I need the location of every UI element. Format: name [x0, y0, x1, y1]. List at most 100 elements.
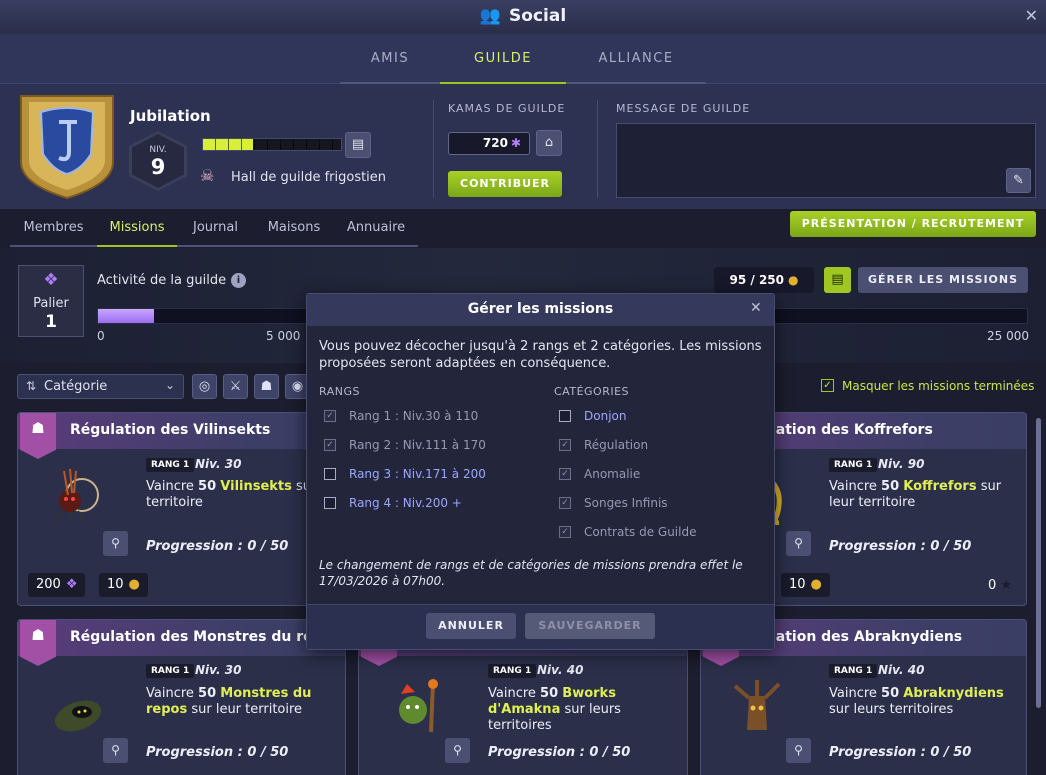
coin-icon: ●: [128, 577, 140, 592]
monster-bwork-icon: [399, 679, 438, 733]
mission-card[interactable]: ☗ Régulation des Monstres du repos RANG …: [17, 619, 346, 775]
monster-vilinsekt-icon: [55, 468, 99, 523]
subtab-missions[interactable]: Missions: [97, 211, 177, 247]
objective-rest: sur leurs territoires: [829, 702, 954, 717]
option-checkbox[interactable]: [324, 497, 336, 509]
mission-title: ulation des Koffrefors: [761, 422, 933, 438]
subtab-journal[interactable]: Journal: [177, 211, 254, 247]
objective-verb: Vaincre: [488, 686, 536, 701]
map-pin-icon[interactable]: ⚲: [445, 738, 470, 763]
option-label: Rang 2 : Niv.111 à 170: [349, 438, 486, 452]
manage-missions-button[interactable]: GÉRER LES MISSIONS: [858, 267, 1028, 293]
subtab-maisons[interactable]: Maisons: [254, 211, 334, 247]
kamas-amount: 720: [482, 136, 508, 150]
option-label: Songes Infinis: [584, 496, 668, 510]
regulation-icon: ☗: [20, 620, 56, 666]
option-checkbox[interactable]: [559, 410, 571, 422]
objective-count: 50: [540, 686, 559, 701]
palier-value: 1: [45, 312, 57, 332]
map-pin-icon[interactable]: ⚲: [786, 738, 811, 763]
top-tabs: AMIS GUILDE ALLIANCE: [0, 34, 1046, 84]
objective-count: 50: [198, 686, 217, 701]
subtab-annuaire[interactable]: Annuaire: [334, 211, 418, 247]
stars-count: 0 ★: [988, 578, 1012, 593]
presentation-button[interactable]: PRÉSENTATION / RECRUTEMENT: [790, 211, 1036, 237]
mission-objective: Vaincre 50 Abraknydiens sur leurs territ…: [829, 686, 1019, 718]
reward-points: 200 ❖: [28, 573, 86, 597]
rang-badge: RANG 1: [146, 664, 195, 678]
option-checkbox: ✓: [324, 439, 336, 451]
activity-count-value: 95 / 250: [729, 273, 785, 287]
monster-repos-icon: [54, 700, 102, 732]
activity-tick: 25 000: [987, 329, 1029, 343]
reward-coins-value: 10: [789, 577, 806, 592]
kamas-value: 720 ✱: [448, 132, 530, 155]
guild-xp-bar: [202, 138, 342, 151]
tab-guilde[interactable]: GUILDE: [440, 34, 566, 84]
info-icon[interactable]: i: [231, 273, 246, 288]
objective-count: 50: [198, 479, 217, 494]
window-title-text: Social: [509, 6, 567, 26]
guild-name: Jubilation: [130, 107, 211, 125]
monster-abraknydien-icon: [733, 680, 781, 730]
map-pin-icon[interactable]: ⚲: [103, 738, 128, 763]
categories-title: CATÉGORIES: [554, 385, 630, 398]
divider: [597, 100, 598, 198]
activity-count: 95 / 250 ●: [714, 267, 814, 293]
guild-hall: Hall de guilde frigostien: [231, 170, 387, 185]
guild-level: 9: [150, 155, 166, 179]
level-label: NIV.: [149, 145, 167, 155]
save-button[interactable]: SAUVEGARDER: [525, 613, 655, 639]
stars-value: 0: [988, 578, 997, 593]
filter-anomalie-icon[interactable]: ◎: [192, 374, 217, 399]
mission-level: Niv. 40: [878, 663, 925, 677]
objective-target: Abraknydiens: [903, 686, 1004, 701]
sort-icon: ⇅: [26, 379, 37, 393]
rang-badge: RANG 1: [488, 664, 537, 678]
option-checkbox: ✓: [559, 526, 571, 538]
category-select[interactable]: ⇅ Catégorie ⌄: [17, 374, 184, 399]
chest-icon[interactable]: ▤: [345, 132, 371, 158]
option-label: Rang 3 : Niv.171 à 200: [349, 467, 486, 481]
subtab-membres[interactable]: Membres: [10, 211, 97, 247]
filter-dungeon-icon[interactable]: ⚔: [223, 374, 248, 399]
dialog-note: Le changement de rangs et de catégories …: [319, 558, 743, 588]
objective-rest: sur leur territoire: [191, 702, 303, 717]
close-icon[interactable]: ✕: [1025, 6, 1038, 25]
mission-card[interactable]: ☗ Régulation des Vilinsekts RANG 1 Niv. …: [17, 412, 346, 606]
regulation-icon: ☗: [20, 413, 56, 459]
option-checkbox: ✓: [559, 497, 571, 509]
hide-completed-checkbox[interactable]: ✓: [821, 379, 834, 392]
guild-message-box: [616, 123, 1036, 198]
cancel-button[interactable]: ANNULER: [426, 613, 516, 639]
reward-chest-icon[interactable]: ▤: [824, 267, 851, 293]
mission-objective: Vaincre 50 Bworks d'Amakna sur leurs ter…: [488, 686, 658, 734]
palier-label: Palier: [33, 296, 69, 311]
palier-icon: ❖: [43, 270, 59, 290]
tab-amis[interactable]: AMIS: [340, 34, 440, 84]
option-label: Rang 1 : Niv.30 à 110: [349, 409, 479, 423]
map-pin-icon[interactable]: ⚲: [786, 531, 811, 556]
option-label: Anomalie: [584, 467, 641, 481]
option-label: Contrats de Guilde: [584, 525, 697, 539]
chevron-down-icon: ⌄: [164, 378, 175, 392]
contribute-button[interactable]: CONTRIBUER: [448, 171, 562, 197]
edit-icon[interactable]: ✎: [1006, 168, 1031, 193]
shop-icon[interactable]: ⌂: [536, 130, 562, 156]
option-checkbox: ✓: [559, 468, 571, 480]
option-checkbox: ✓: [324, 410, 336, 422]
kamas-title: KAMAS DE GUILDE: [448, 102, 566, 115]
scrollbar[interactable]: [1036, 418, 1041, 708]
mission-progress: Progression : 0 / 50: [829, 539, 972, 554]
option-label: Rang 4 : Niv.200 +: [349, 496, 462, 510]
option-checkbox[interactable]: [324, 468, 336, 480]
mission-progress: Progression : 0 / 50: [488, 745, 631, 760]
close-icon[interactable]: ✕: [750, 300, 762, 316]
map-pin-icon[interactable]: ⚲: [103, 531, 128, 556]
window-titlebar: 👥 Social: [0, 0, 1046, 34]
mission-progress: Progression : 0 / 50: [146, 745, 289, 760]
tab-alliance[interactable]: ALLIANCE: [566, 34, 706, 84]
mission-objective: Vaincre 50 Koffrefors sur leur territoir…: [829, 479, 1024, 511]
window-title: 👥 Social: [0, 6, 1046, 26]
filter-regulation-icon[interactable]: ☗: [254, 374, 279, 399]
